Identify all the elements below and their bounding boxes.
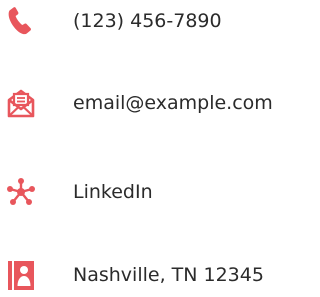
phone-icon bbox=[4, 1, 38, 41]
contact-item-linkedin[interactable]: LinkedIn bbox=[0, 172, 299, 212]
contact-item-email[interactable]: email@example.com bbox=[0, 83, 299, 123]
envelope-icon bbox=[4, 83, 38, 123]
contact-item-location[interactable]: Nashville, TN 12345 bbox=[0, 255, 299, 295]
address-card-icon bbox=[4, 255, 38, 295]
linkedin-link[interactable]: LinkedIn bbox=[73, 179, 153, 205]
contact-list: (123) 456-7890 email@example.com LinkedI… bbox=[0, 0, 299, 297]
location-address: Nashville, TN 12345 bbox=[73, 264, 264, 286]
contact-item-phone[interactable]: (123) 456-7890 bbox=[0, 1, 299, 41]
network-icon bbox=[4, 172, 38, 212]
email-address: email@example.com bbox=[73, 92, 273, 114]
phone-number: (123) 456-7890 bbox=[73, 10, 222, 32]
